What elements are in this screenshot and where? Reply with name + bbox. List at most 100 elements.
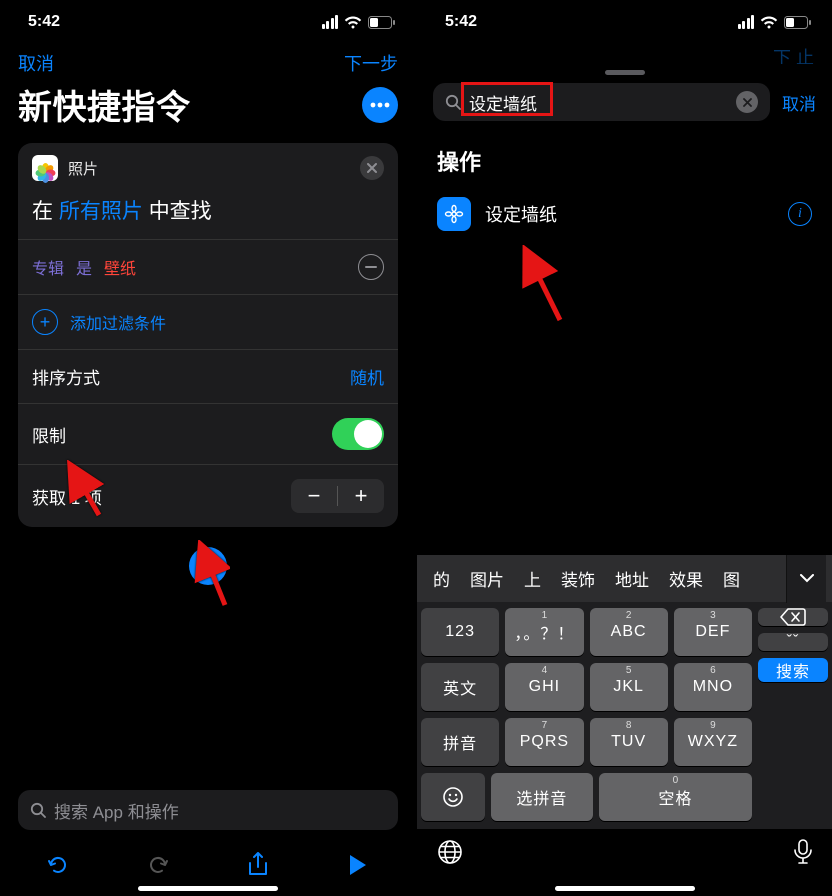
search-header: 取消: [417, 83, 832, 131]
key-abc[interactable]: 2ABC: [590, 608, 668, 656]
search-icon: [445, 94, 461, 110]
cancel-button[interactable]: 取消: [18, 50, 54, 76]
status-time: 5:42: [445, 13, 477, 31]
chevron-down-icon: [800, 574, 814, 583]
redo-icon: [146, 853, 170, 877]
candidate[interactable]: 装饰: [551, 566, 605, 591]
globe-button[interactable]: [437, 839, 463, 870]
token-all-photos[interactable]: 所有照片: [59, 200, 143, 223]
key-pinyin[interactable]: 拼音: [421, 718, 499, 766]
status-indicators: [320, 15, 396, 29]
close-icon: [367, 163, 377, 173]
limit-label: 限制: [32, 422, 66, 447]
filter-op[interactable]: 是: [76, 255, 92, 279]
play-button[interactable]: [336, 843, 380, 887]
candidate-bar[interactable]: 的 图片 上 装饰 地址 效果 图: [417, 554, 832, 602]
section-label: 操作: [417, 131, 832, 185]
screen-shortcut-editor: 5:42 取消 下一步 新快捷指令: [0, 0, 416, 896]
home-indicator[interactable]: [138, 886, 278, 891]
search-input-wrap[interactable]: [433, 83, 770, 121]
key-mno[interactable]: 6MNO: [674, 663, 752, 711]
share-icon: [247, 852, 269, 878]
candidate[interactable]: 图: [713, 566, 750, 591]
candidate[interactable]: 的: [423, 566, 460, 591]
remove-filter-button[interactable]: [358, 254, 384, 280]
search-input[interactable]: [469, 92, 728, 112]
redo-button[interactable]: [136, 843, 180, 887]
filter-row[interactable]: 专辑 是 壁纸: [18, 240, 398, 294]
home-indicator[interactable]: [555, 886, 695, 891]
get-count-row: 获取 1 项 − +: [18, 465, 398, 527]
next-button[interactable]: 下一步: [344, 50, 398, 76]
limit-row: 限制: [18, 404, 398, 464]
key-delete[interactable]: [758, 608, 828, 626]
key-123[interactable]: 123: [421, 608, 499, 656]
key-ghi[interactable]: 4GHI: [505, 663, 583, 711]
candidate[interactable]: 效果: [659, 566, 713, 591]
key-jkl[interactable]: 5JKL: [590, 663, 668, 711]
nav-peek: 下 止: [417, 44, 832, 64]
stepper-minus[interactable]: −: [291, 479, 337, 513]
key-select-pinyin[interactable]: 选拼音: [491, 773, 593, 821]
wallpaper-action-icon: [437, 197, 471, 231]
key-punct[interactable]: 1，。？！: [505, 608, 583, 656]
battery-icon: [368, 16, 396, 29]
key-search[interactable]: 搜索: [758, 658, 828, 682]
status-bar: 5:42: [0, 0, 416, 44]
limit-toggle[interactable]: [332, 418, 384, 450]
add-action-button[interactable]: +: [189, 547, 227, 585]
status-bar: 5:42: [417, 0, 832, 44]
candidate[interactable]: 上: [514, 566, 551, 591]
clear-search-button[interactable]: [736, 91, 758, 113]
key-emoji[interactable]: [421, 773, 485, 821]
add-filter-button[interactable]: + 添加过滤条件: [18, 295, 398, 349]
key-pqrs[interactable]: 7PQRS: [505, 718, 583, 766]
key-wxyz[interactable]: 9WXYZ: [674, 718, 752, 766]
sort-value[interactable]: 随机: [350, 364, 384, 389]
get-count-label: 获取 1 项: [32, 484, 102, 509]
result-label: 设定墙纸: [485, 201, 557, 227]
close-icon: [743, 98, 752, 107]
key-english[interactable]: 英文: [421, 663, 499, 711]
key-def[interactable]: 3DEF: [674, 608, 752, 656]
filter-key[interactable]: 专辑: [32, 255, 64, 279]
share-button[interactable]: [236, 843, 280, 887]
title-row: 新快捷指令: [0, 76, 416, 143]
undo-button[interactable]: [36, 843, 80, 887]
sheet-grabber[interactable]: [605, 70, 645, 75]
count-stepper[interactable]: − +: [291, 479, 384, 513]
flower-icon: [444, 204, 464, 224]
smiley-icon: [442, 786, 464, 808]
cellular-icon: [736, 15, 754, 29]
expand-candidates-button[interactable]: [786, 555, 826, 603]
plus-circle-icon: +: [32, 309, 58, 335]
screen-action-search: 5:42 下 止 取消 操作: [416, 0, 832, 896]
key-space[interactable]: 0空格: [599, 773, 752, 821]
more-button[interactable]: [362, 87, 398, 123]
search-result-row[interactable]: 设定墙纸 i: [417, 185, 832, 243]
search-actions-field[interactable]: 搜索 App 和操作: [18, 790, 398, 830]
filter-value[interactable]: 壁纸: [104, 255, 136, 279]
wifi-icon: [344, 16, 362, 29]
cancel-button[interactable]: 取消: [782, 90, 816, 115]
search-placeholder: 搜索 App 和操作: [54, 798, 179, 823]
sort-row[interactable]: 排序方式 随机: [18, 350, 398, 403]
keyboard: 的 图片 上 装饰 地址 效果 图 123 1，。？！ 2ABC 3DEF 英文…: [417, 554, 832, 896]
action-card-photos: 照片 在 所有照片 中查找 专辑 是 壁纸 + 添加过滤条件 排序方式 随机: [18, 143, 398, 527]
info-button[interactable]: i: [788, 202, 812, 226]
stepper-plus[interactable]: +: [338, 479, 384, 513]
key-tuv[interactable]: 8TUV: [590, 718, 668, 766]
globe-icon: [437, 839, 463, 865]
undo-icon: [46, 853, 70, 877]
play-icon: [348, 854, 368, 876]
candidate[interactable]: 地址: [605, 566, 659, 591]
sort-label: 排序方式: [32, 364, 100, 389]
cellular-icon: [320, 15, 338, 29]
dictation-button[interactable]: [794, 839, 812, 870]
remove-action-button[interactable]: [360, 156, 384, 180]
bottom-search: 搜索 App 和操作: [0, 790, 416, 842]
key-tone[interactable]: ˇˇ: [758, 633, 828, 651]
action-line[interactable]: 在 所有照片 中查找: [18, 189, 398, 239]
search-icon: [30, 802, 46, 818]
candidate[interactable]: 图片: [460, 566, 514, 591]
